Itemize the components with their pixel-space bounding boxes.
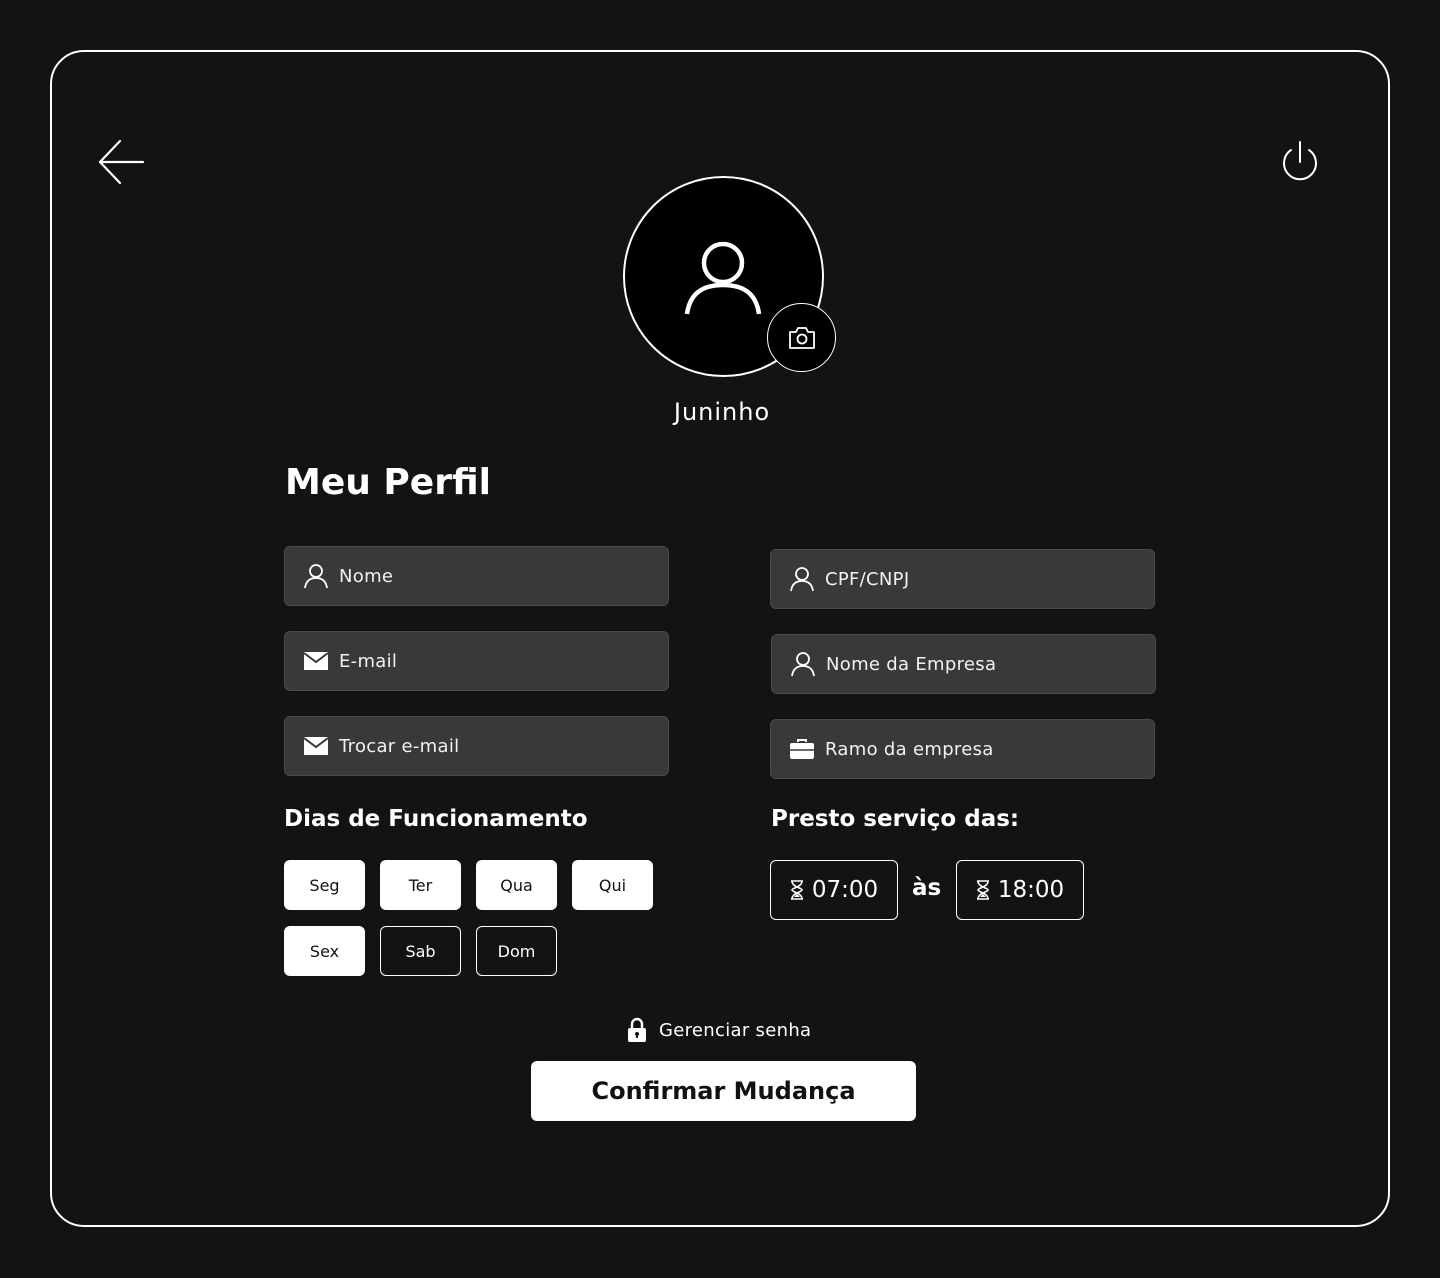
- logout-button[interactable]: [1278, 140, 1322, 184]
- camera-icon: [788, 326, 815, 349]
- day-toggle-dom[interactable]: Dom: [476, 926, 557, 976]
- day-toggle-qua[interactable]: Qua: [476, 860, 557, 910]
- name-field-label: Nome: [339, 565, 394, 587]
- time-separator: às: [912, 875, 942, 901]
- page-title: Meu Perfil: [285, 462, 491, 503]
- start-time-value: 07:00: [811, 877, 879, 903]
- hourglass-icon: [790, 880, 803, 900]
- user-icon: [790, 651, 816, 677]
- username: Juninho: [673, 398, 771, 426]
- day-toggle-seg[interactable]: Seg: [284, 860, 365, 910]
- confirm-changes-button[interactable]: Confirmar Mudança: [531, 1061, 916, 1121]
- cpf-cnpj-field[interactable]: CPF/CNPJ: [770, 549, 1155, 609]
- operating-days-label: Dias de Funcionamento: [284, 806, 588, 832]
- user-avatar-icon: [684, 238, 764, 318]
- user-icon: [789, 566, 815, 592]
- day-toggle-sex[interactable]: Sex: [284, 926, 365, 976]
- start-time-picker[interactable]: 07:00: [770, 860, 898, 920]
- manage-password-label: Gerenciar senha: [659, 1019, 812, 1041]
- day-label: Ter: [408, 875, 433, 895]
- power-icon: [1283, 141, 1317, 181]
- company-name-field[interactable]: Nome da Empresa: [771, 634, 1156, 694]
- name-field[interactable]: Nome: [284, 546, 669, 606]
- day-label: Qua: [500, 875, 533, 895]
- day-label: Sex: [309, 941, 340, 961]
- end-time-picker[interactable]: 18:00: [956, 860, 1084, 920]
- business-sector-field[interactable]: Ramo da empresa: [770, 719, 1155, 779]
- day-label: Qui: [598, 875, 627, 895]
- day-toggle-ter[interactable]: Ter: [380, 860, 461, 910]
- change-photo-button[interactable]: [767, 303, 836, 372]
- user-icon: [303, 563, 329, 589]
- mail-icon: [303, 648, 329, 674]
- hourglass-icon: [976, 880, 989, 900]
- change-email-field-label: Trocar e-mail: [339, 735, 460, 757]
- briefcase-icon: [789, 736, 815, 762]
- company-name-field-label: Nome da Empresa: [826, 653, 997, 675]
- day-label: Seg: [309, 875, 340, 895]
- day-toggle-qui[interactable]: Qui: [572, 860, 653, 910]
- change-email-field[interactable]: Trocar e-mail: [284, 716, 669, 776]
- business-sector-field-label: Ramo da empresa: [825, 738, 994, 760]
- lock-icon: [628, 1017, 646, 1042]
- cpf-cnpj-field-label: CPF/CNPJ: [825, 568, 910, 590]
- mail-icon: [303, 733, 329, 759]
- email-field[interactable]: E-mail: [284, 631, 669, 691]
- email-field-label: E-mail: [339, 650, 398, 672]
- end-time-value: 18:00: [997, 877, 1065, 903]
- day-label: Sab: [405, 941, 436, 961]
- day-toggle-sab[interactable]: Sab: [380, 926, 461, 976]
- manage-password-link[interactable]: Gerenciar senha: [627, 1017, 811, 1043]
- service-hours-label: Presto serviço das:: [771, 806, 1020, 832]
- back-button[interactable]: [96, 138, 146, 188]
- arrow-left-icon: [98, 139, 145, 185]
- day-label: Dom: [497, 941, 536, 961]
